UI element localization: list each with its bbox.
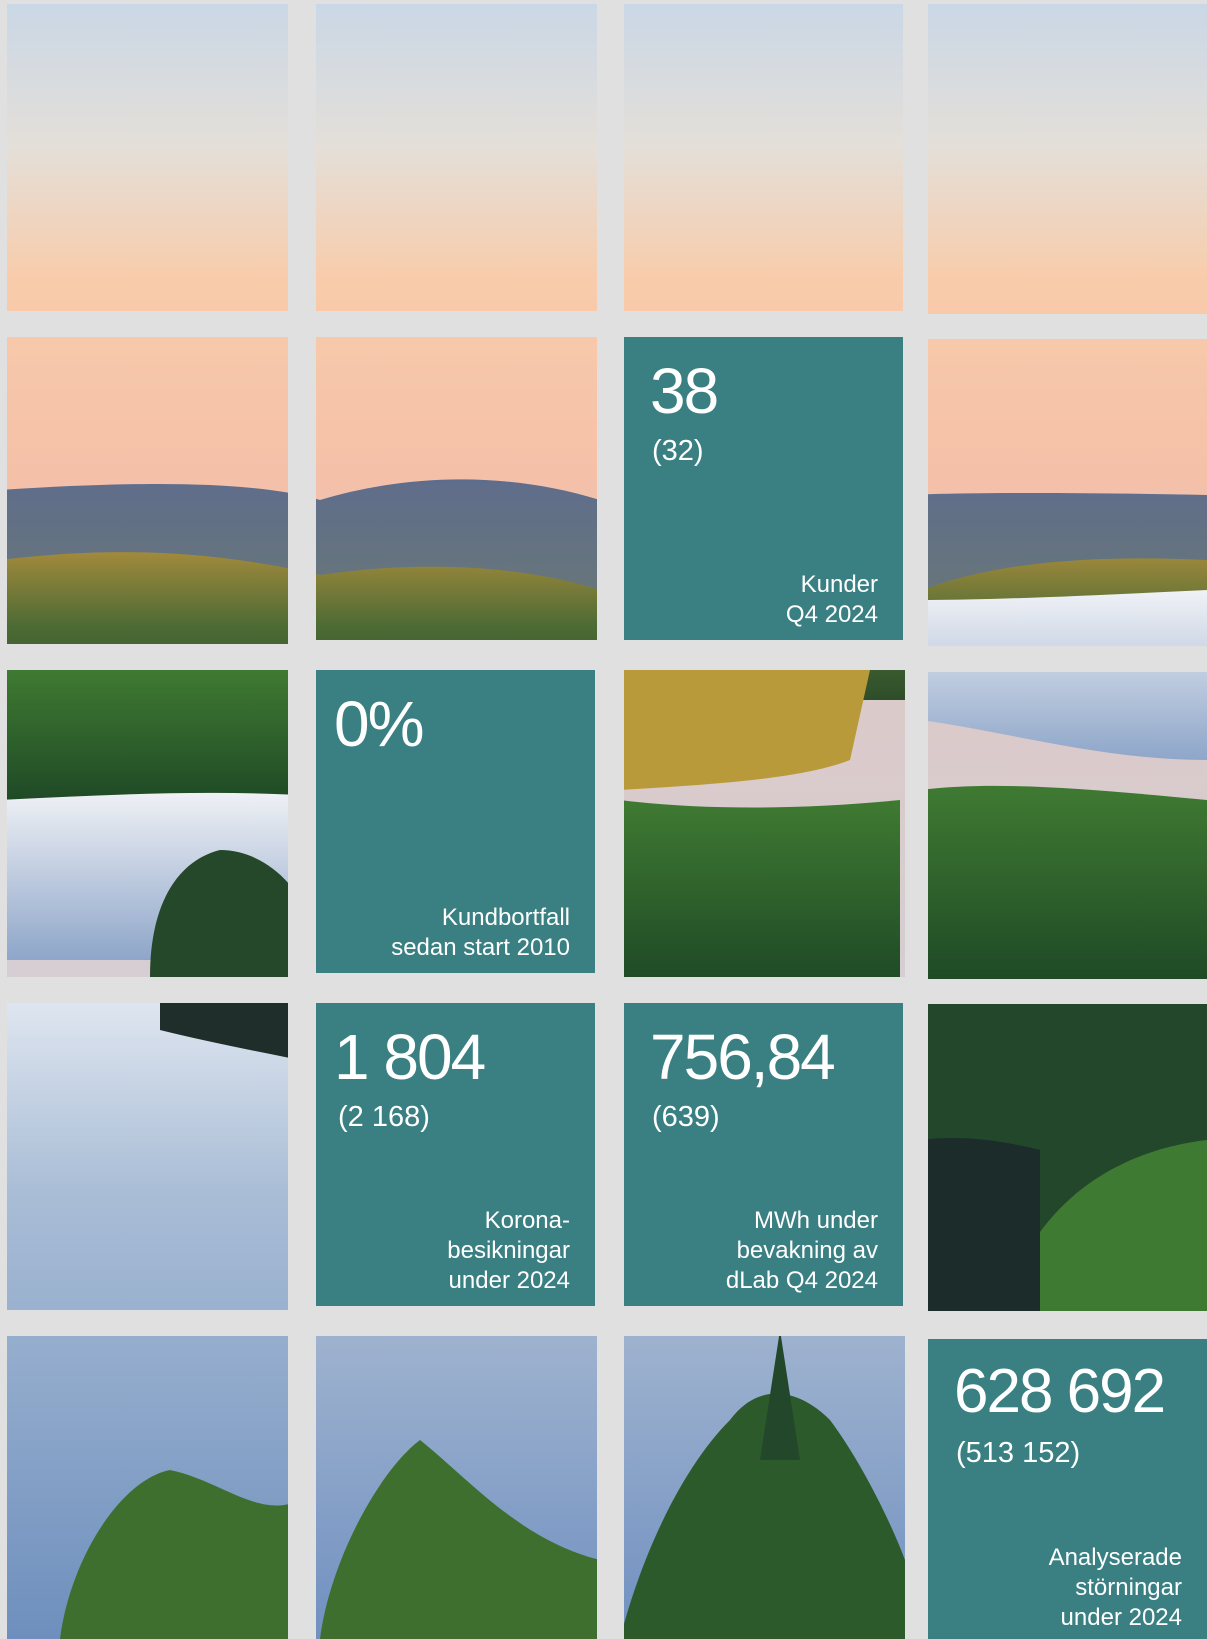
stat-tile-analyzed-disturbances: 628 692 (513 152) Analyserade störningar… [928, 1339, 1207, 1639]
stat-previous-value: (639) [652, 1101, 720, 1133]
stat-label: Korona- besikningar under 2024 [447, 1207, 570, 1294]
stat-label: Kunder Q4 2024 [785, 571, 878, 628]
stat-tile-mwh-monitored: 756,84 (639) MWh under bevakning av dLab… [624, 1003, 903, 1306]
stat-value: 1 804 [334, 1021, 486, 1093]
stat-value: 756,84 [650, 1021, 836, 1093]
stat-label: Kundbortfall sedan start 2010 [391, 904, 570, 961]
stat-value: 38 [650, 355, 719, 427]
stat-previous-value: (2 168) [338, 1101, 430, 1133]
stat-value: 628 692 [954, 1357, 1166, 1426]
stat-previous-value: (513 152) [956, 1437, 1081, 1469]
stat-previous-value: (32) [652, 435, 704, 467]
stat-label: MWh under bevakning av dLab Q4 2024 [725, 1207, 878, 1294]
stat-tile-corona-inspections: 1 804 (2 168) Korona- besikningar under … [316, 1003, 595, 1306]
stat-tile-customers: 38 (32) Kunder Q4 2024 [624, 337, 903, 640]
stat-value: 0% [334, 688, 424, 760]
stat-tile-churn: 0% Kundbortfall sedan start 2010 [316, 670, 595, 973]
stat-label: Analyserade störningar under 2024 [1048, 1544, 1182, 1631]
